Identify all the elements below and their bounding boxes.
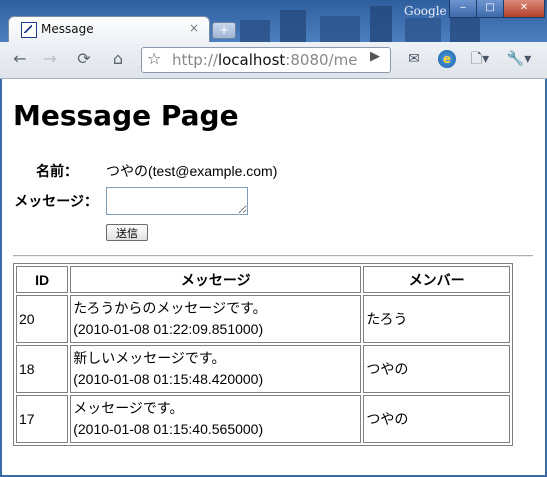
divider	[13, 255, 533, 257]
row-member: つやの	[363, 345, 510, 393]
url-host: localhost	[217, 51, 286, 69]
row-message: 新しいメッセージです。 (2010-01-08 01:15:48.420000)	[70, 345, 362, 393]
tab-title: Message	[41, 22, 94, 36]
minimize-button[interactable]: ‒	[449, 0, 477, 18]
wrench-menu-icon[interactable]: 🔧▾	[505, 50, 533, 68]
ie-tab-icon[interactable]: e	[438, 50, 456, 68]
new-tab-button[interactable]: +	[212, 22, 236, 39]
header-member: メンバー	[363, 266, 510, 293]
mail-icon[interactable]: ✉	[404, 50, 424, 68]
message-input[interactable]	[106, 187, 248, 215]
table-header-row: ID メッセージ メンバー	[16, 266, 510, 293]
send-button[interactable]: 送信	[106, 224, 148, 241]
window-titlebar: Google ‒ □ ✕ Message × +	[0, 0, 547, 42]
home-button[interactable]: ⌂	[106, 48, 130, 70]
message-text: メッセージです。	[73, 400, 184, 416]
bookmark-star-icon[interactable]: ☆	[147, 49, 161, 68]
table-row: 17 メッセージです。 (2010-01-08 01:15:40.565000) …	[16, 395, 510, 443]
header-id: ID	[16, 266, 69, 293]
page-content: Message Page 名前： つやの(test@example.com) メ…	[2, 79, 545, 475]
name-label: 名前：	[36, 163, 78, 179]
browser-toolbar: ← → ⟳ ⌂ ☆ http://localhost:8080/me ▶ ✉ e…	[0, 42, 547, 79]
header-message: メッセージ	[70, 266, 362, 293]
messages-table: ID メッセージ メンバー 20 たろうからのメッセージです。 (2010-01-…	[13, 263, 513, 446]
page-menu-icon[interactable]: 🗋▾	[468, 50, 492, 68]
message-timestamp: (2010-01-08 01:15:40.565000)	[73, 421, 264, 437]
back-button[interactable]: ←	[8, 48, 32, 70]
theme-brand-label: Google	[404, 4, 447, 18]
go-button[interactable]: ▶	[364, 46, 386, 68]
reload-button[interactable]: ⟳	[72, 48, 96, 70]
row-member: たろう	[363, 295, 510, 343]
message-label: メッセージ：	[14, 193, 98, 209]
table-row: 20 たろうからのメッセージです。 (2010-01-08 01:22:09.85…	[16, 295, 510, 343]
tab-close-icon[interactable]: ×	[189, 21, 199, 35]
url-scheme: http://	[172, 51, 218, 69]
table-row: 18 新しいメッセージです。 (2010-01-08 01:15:48.42000…	[16, 345, 510, 393]
url-text[interactable]: http://localhost:8080/me	[172, 51, 357, 69]
url-path: :8080/me	[285, 51, 358, 69]
row-id: 17	[16, 395, 69, 443]
row-id: 18	[16, 345, 69, 393]
name-value: つやの(test@example.com)	[106, 163, 278, 179]
message-text: たろうからのメッセージです。	[73, 300, 267, 316]
page-favicon-icon	[21, 22, 37, 38]
row-member: つやの	[363, 395, 510, 443]
message-timestamp: (2010-01-08 01:15:48.420000)	[73, 371, 264, 387]
page-title: Message Page	[13, 99, 239, 132]
address-bar[interactable]: ☆ http://localhost:8080/me	[141, 47, 391, 73]
message-text: 新しいメッセージです。	[73, 350, 226, 366]
maximize-button[interactable]: □	[476, 0, 504, 18]
message-timestamp: (2010-01-08 01:22:09.851000)	[73, 321, 264, 337]
tab-message[interactable]: Message ×	[8, 16, 210, 42]
forward-button[interactable]: →	[38, 48, 62, 70]
row-message: メッセージです。 (2010-01-08 01:15:40.565000)	[70, 395, 362, 443]
row-id: 20	[16, 295, 69, 343]
close-window-button[interactable]: ✕	[503, 0, 545, 18]
row-message: たろうからのメッセージです。 (2010-01-08 01:22:09.85100…	[70, 295, 362, 343]
